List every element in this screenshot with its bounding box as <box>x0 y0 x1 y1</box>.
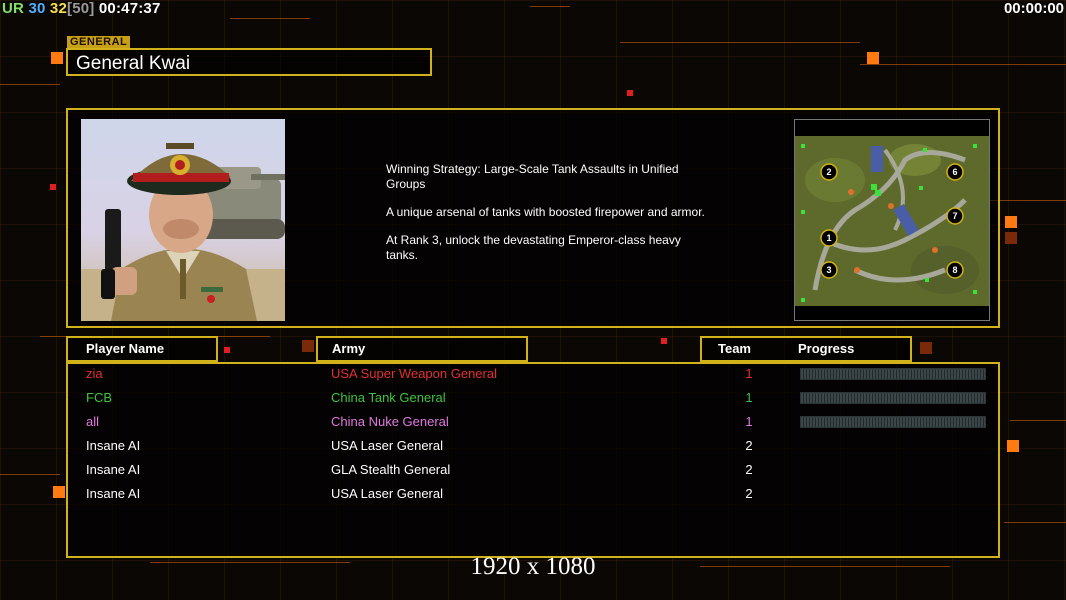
elapsed-time: 00:47:37 <box>98 0 161 17</box>
deco-line <box>620 42 860 43</box>
fps-value: 30 <box>28 0 46 17</box>
deco-square <box>51 52 63 64</box>
deco-square <box>53 486 65 498</box>
slot-label: 2 <box>826 167 831 177</box>
deco-square <box>920 342 932 354</box>
army-name: China Tank General <box>331 390 446 405</box>
slot-label: 8 <box>952 265 957 275</box>
deco-line <box>860 64 1066 65</box>
minimap-image: 1 2 3 6 7 8 <box>795 136 989 306</box>
team-number: 2 <box>745 486 753 501</box>
progress-bar <box>800 416 986 428</box>
performance-readout: UR 30 32[50] 00:47:37 <box>2 0 161 17</box>
player-name: Insane AI <box>86 462 141 477</box>
deco-square <box>627 90 633 96</box>
fps-cap: 32 <box>49 0 68 17</box>
team-number: 2 <box>745 462 753 477</box>
general-info-panel: Winning Strategy: Large-Scale Tank Assau… <box>66 108 1000 328</box>
army-name: USA Laser General <box>331 486 444 501</box>
strategy-line: A unique arsenal of tanks with boosted f… <box>386 205 705 219</box>
army-name: USA Laser General <box>331 438 444 453</box>
deco-square <box>661 338 667 344</box>
deco-square <box>867 52 879 64</box>
minimap: 1 2 3 6 7 8 <box>794 119 990 321</box>
strategy-text: Winning Strategy: Large-Scale Tank Assau… <box>386 162 706 276</box>
deco-square <box>1007 440 1019 452</box>
slot-label: 7 <box>952 211 957 221</box>
player-name: all <box>86 414 100 429</box>
resolution-label: 1920 x 1080 <box>470 553 596 580</box>
general-name: General Kwai <box>66 48 432 76</box>
deco-line <box>1010 420 1066 421</box>
army-name: USA Super Weapon General <box>331 366 497 381</box>
fps-limit: [50] <box>67 0 95 17</box>
player-name: Insane AI <box>86 486 141 501</box>
team-number: 1 <box>745 414 753 429</box>
player-table: zia USA Super Weapon General 1 FCB China… <box>66 362 1000 558</box>
general-tag: GENERAL <box>67 36 131 48</box>
deco-square <box>1005 232 1017 244</box>
header-team-progress: Team Progress <box>700 336 912 362</box>
team-number: 2 <box>745 438 753 453</box>
deco-line <box>1004 522 1066 523</box>
strategy-line: At Rank 3, unlock the devastating Empero… <box>386 233 681 262</box>
player-name: zia <box>86 366 103 381</box>
general-portrait <box>81 119 285 321</box>
team-number: 1 <box>745 390 753 405</box>
deco-square <box>50 184 56 190</box>
general-portrait-image <box>81 143 285 321</box>
header-army: Army <box>316 336 528 362</box>
deco-line <box>230 18 310 19</box>
deco-line <box>0 474 60 475</box>
player-name: Insane AI <box>86 438 141 453</box>
strategy-line: Winning Strategy: Large-Scale Tank Assau… <box>386 162 679 191</box>
deco-line <box>0 84 60 85</box>
header-player-name: Player Name <box>66 336 218 362</box>
header-progress: Progress <box>798 341 855 356</box>
ur-label: UR <box>2 0 25 17</box>
game-timer: 00:00:00 <box>1003 0 1064 17</box>
team-number: 1 <box>745 366 753 381</box>
army-name: China Nuke General <box>331 414 449 429</box>
progress-bar <box>800 392 986 404</box>
deco-square <box>224 347 230 353</box>
progress-bar <box>800 368 986 380</box>
slot-label: 6 <box>952 167 957 177</box>
header-team: Team <box>718 341 751 356</box>
slot-label: 3 <box>826 265 831 275</box>
deco-square <box>302 340 314 352</box>
slot-label: 1 <box>826 233 831 243</box>
player-name: FCB <box>86 390 112 405</box>
deco-line <box>530 6 570 7</box>
deco-square <box>1005 216 1017 228</box>
army-name: GLA Stealth General <box>331 462 451 477</box>
